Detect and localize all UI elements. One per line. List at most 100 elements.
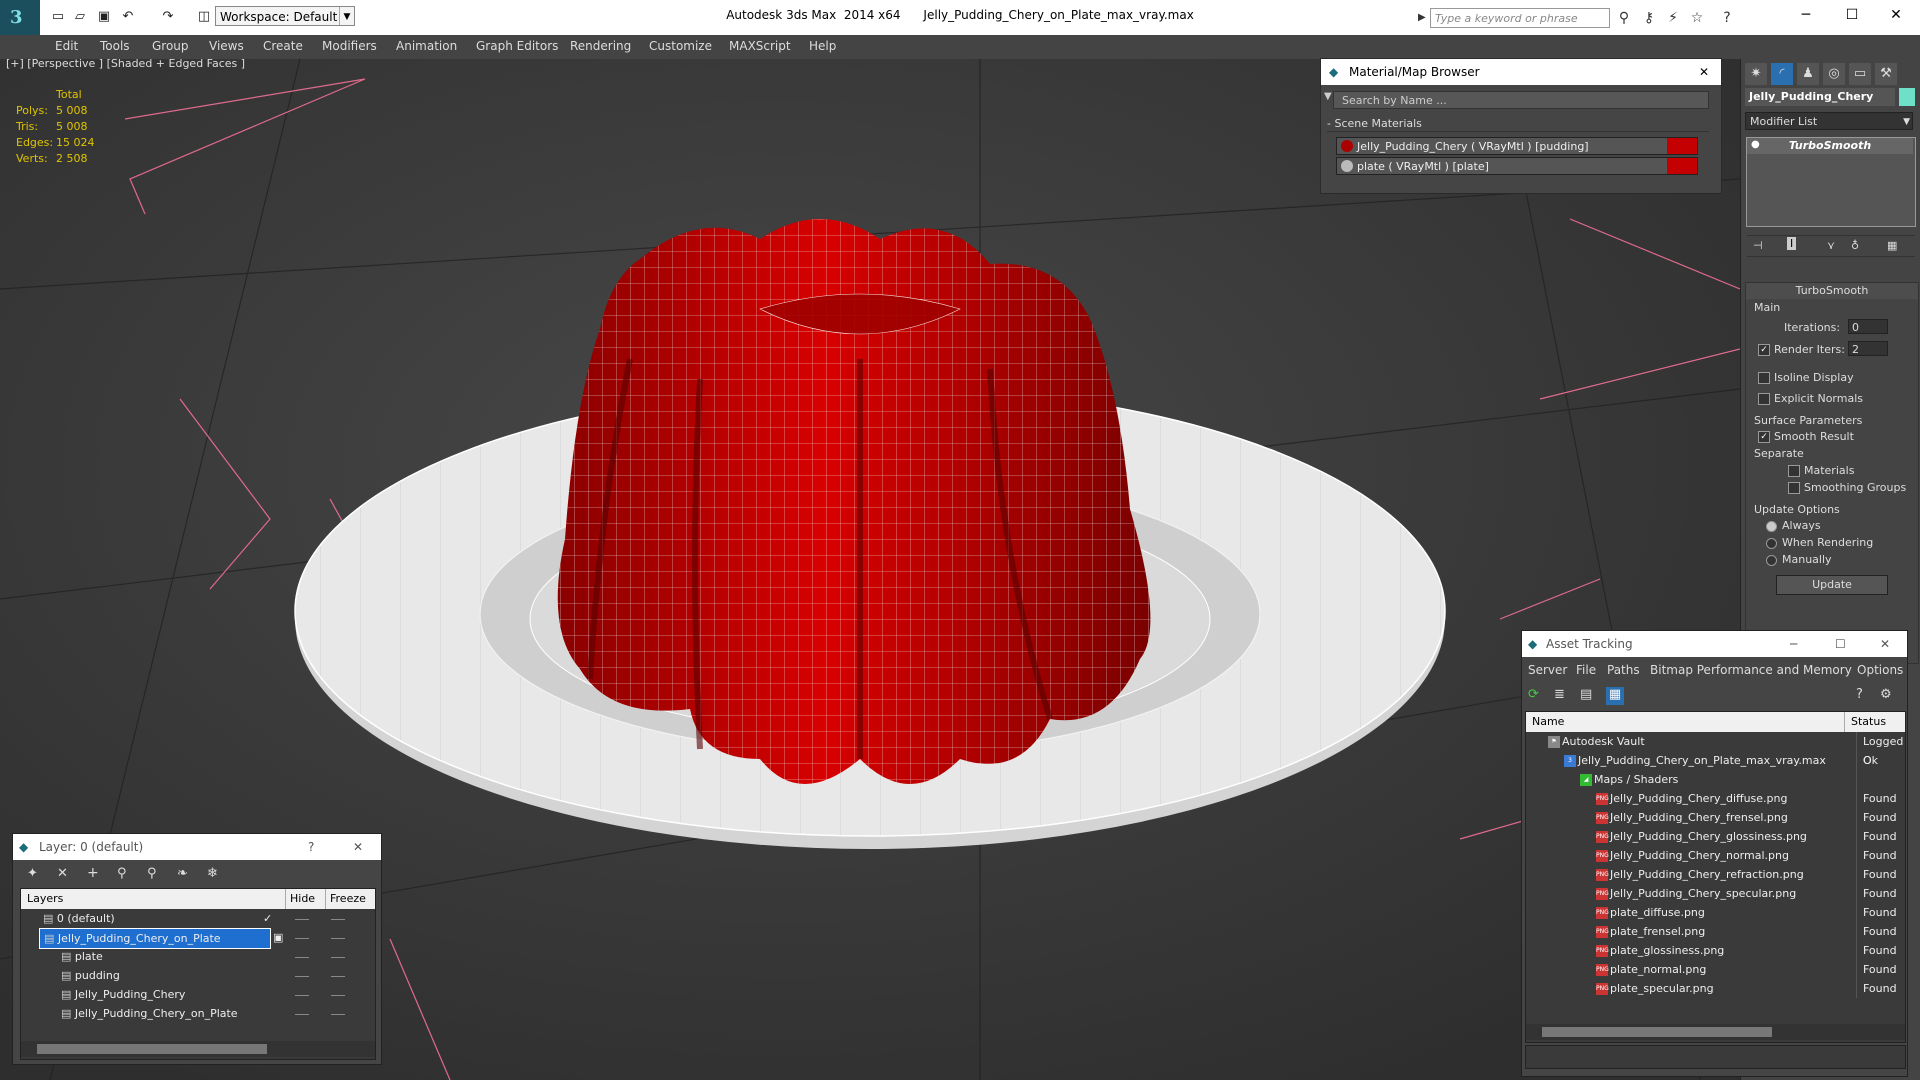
layer-row[interactable]: ▤ 0 (default) ✓	[21, 909, 375, 928]
hide-toggle[interactable]	[295, 995, 309, 996]
open-file-icon[interactable]: ▱	[72, 9, 88, 25]
modifier-list-dropdown[interactable]: Modifier List ▼	[1745, 112, 1913, 130]
show-end-result-icon[interactable]: I	[1787, 237, 1797, 250]
menu-tools[interactable]: Tools	[100, 39, 130, 53]
material-item-plate[interactable]: plate ( VRayMtl ) [plate]	[1336, 157, 1698, 175]
make-unique-icon[interactable]: ⋎	[1827, 239, 1835, 252]
maximize-button[interactable]: ☐	[1829, 0, 1875, 30]
material-item-pudding[interactable]: Jelly_Pudding_Chery ( VRayMtl ) [pudding…	[1336, 137, 1698, 155]
help-icon[interactable]: ?	[1856, 687, 1863, 702]
when-rendering-radio[interactable]	[1766, 538, 1777, 549]
menu-rendering[interactable]: Rendering	[570, 39, 631, 53]
freeze-toggle[interactable]	[331, 919, 345, 920]
menu-maxscript[interactable]: MAXScript	[729, 39, 791, 53]
asset-row[interactable]: PNGplate_frensel.png Found	[1526, 922, 1905, 941]
bulb-icon[interactable]: ●	[1751, 139, 1760, 150]
asset-row[interactable]: 3 Jelly_Pudding_Chery_on_Plate_max_vray.m…	[1526, 751, 1905, 770]
freeze-all-icon[interactable]: ❄	[207, 866, 218, 881]
binoculars-icon[interactable]: ⚲	[1615, 9, 1633, 27]
always-radio[interactable]	[1766, 521, 1777, 532]
save-file-icon[interactable]: ▣	[96, 9, 112, 25]
undo-icon[interactable]: ↶	[120, 9, 136, 25]
asset-row[interactable]: PNGJelly_Pudding_Chery_specular.png Found	[1526, 884, 1905, 903]
asset-path-field[interactable]	[1525, 1045, 1906, 1069]
object-color-swatch[interactable]	[1899, 88, 1915, 106]
hide-toggle[interactable]	[295, 919, 309, 920]
motion-tab-icon[interactable]: ◎	[1823, 63, 1845, 85]
layer-row[interactable]: ▤ pudding	[21, 966, 375, 985]
redo-icon[interactable]: ↷	[160, 9, 176, 25]
explicit-normals-checkbox[interactable]	[1758, 393, 1770, 405]
close-icon[interactable]: ✕	[353, 834, 363, 860]
material-browser-header[interactable]: ◆ Material/Map Browser ✕	[1321, 59, 1721, 85]
asset-row[interactable]: PNGplate_diffuse.png Found	[1526, 903, 1905, 922]
asset-row[interactable]: PNGJelly_Pudding_Chery_diffuse.png Found	[1526, 789, 1905, 808]
asset-row[interactable]: PNGJelly_Pudding_Chery_glossiness.png Fou…	[1526, 827, 1905, 846]
new-layer-icon[interactable]: ✦	[27, 866, 38, 881]
menu-create[interactable]: Create	[263, 39, 303, 53]
asset-row[interactable]: ⚑ Autodesk Vault Logged O	[1526, 732, 1905, 767]
current-layer-check-icon[interactable]: ✓	[263, 909, 272, 928]
menu-paths[interactable]: Paths	[1607, 663, 1640, 677]
table-view-icon[interactable]: ▦	[1606, 687, 1624, 705]
materials-checkbox[interactable]	[1788, 465, 1800, 477]
close-icon[interactable]: ✕	[1699, 59, 1709, 85]
hide-toggle[interactable]	[295, 976, 309, 977]
scrollbar-thumb[interactable]	[37, 1044, 267, 1054]
isoline-checkbox[interactable]	[1758, 372, 1770, 384]
delete-layer-icon[interactable]: ✕	[57, 866, 68, 881]
freeze-toggle[interactable]	[331, 995, 345, 996]
col-freeze[interactable]: Freeze	[325, 889, 366, 909]
settings-icon[interactable]: ⚙	[1880, 687, 1892, 702]
rollout-title[interactable]: TurboSmooth	[1746, 283, 1918, 299]
create-tab-icon[interactable]: ✷	[1745, 63, 1767, 85]
search-options-icon[interactable]: ▼	[1324, 91, 1332, 102]
workspace-dropdown[interactable]: Workspace: Default ▼	[215, 6, 355, 26]
menu-customize[interactable]: Customize	[649, 39, 712, 53]
asset-row[interactable]: ◢ Maps / Shaders	[1526, 770, 1905, 789]
scrollbar-thumb[interactable]	[1542, 1027, 1772, 1037]
manually-radio[interactable]	[1766, 555, 1777, 566]
select-in-layer-icon[interactable]: ⚲	[117, 866, 127, 881]
freeze-toggle[interactable]	[331, 976, 345, 977]
col-status[interactable]: Status	[1844, 712, 1886, 732]
smooth-result-checkbox[interactable]: ✓	[1758, 431, 1770, 443]
highlight-layer-icon[interactable]: ⚲	[147, 866, 157, 881]
menu-file[interactable]: File	[1576, 663, 1596, 677]
hide-all-icon[interactable]: ❧	[177, 866, 188, 881]
menu-server[interactable]: Server	[1528, 663, 1567, 677]
asset-tracking-header[interactable]: ◆ Asset Tracking ─ ☐ ✕	[1522, 631, 1907, 657]
menu-group[interactable]: Group	[152, 39, 189, 53]
hide-toggle[interactable]	[295, 1014, 309, 1015]
configure-sets-icon[interactable]: ▦	[1887, 239, 1897, 252]
menu-options[interactable]: Options	[1857, 663, 1903, 677]
layer-row[interactable]: ▤ plate	[21, 947, 375, 966]
minimize-button[interactable]: ─	[1790, 631, 1797, 657]
pin-stack-icon[interactable]: ⊣	[1753, 239, 1763, 252]
menu-modifiers[interactable]: Modifiers	[322, 39, 377, 53]
scene-materials-section[interactable]: - Scene Materials	[1327, 117, 1709, 132]
remove-modifier-icon[interactable]: ♁	[1851, 239, 1859, 252]
maximize-button[interactable]: ☐	[1835, 631, 1846, 657]
close-button[interactable]: ✕	[1873, 0, 1919, 30]
asset-row[interactable]: PNGJelly_Pudding_Chery_refraction.png Fou…	[1526, 865, 1905, 884]
layer-row[interactable]: ▤ Jelly_Pudding_Chery_on_Plate	[21, 1004, 375, 1023]
star-icon[interactable]: ☆	[1688, 9, 1706, 27]
col-layers[interactable]: Layers	[27, 889, 63, 909]
minimize-button[interactable]: ─	[1783, 0, 1829, 30]
iterations-spinner[interactable]: 0	[1848, 319, 1888, 334]
smoothing-groups-checkbox[interactable]	[1788, 482, 1800, 494]
freeze-toggle[interactable]	[331, 957, 345, 958]
search-input[interactable]: Type a keyword or phrase	[1430, 8, 1610, 28]
thumbnail-view-icon[interactable]: ▤	[1580, 687, 1596, 703]
asset-row[interactable]: PNGJelly_Pudding_Chery_frensel.png Found	[1526, 808, 1905, 827]
material-search-input[interactable]: Search by Name ...	[1333, 91, 1709, 109]
menu-help[interactable]: Help	[809, 39, 836, 53]
render-iters-spinner[interactable]: 2	[1848, 341, 1888, 356]
project-folder-icon[interactable]: ◫	[196, 9, 212, 25]
expand-arrow-icon[interactable]: ▶	[1418, 8, 1430, 28]
layer-row[interactable]: ▤ Jelly_Pudding_Chery_on_Plate ▣	[21, 928, 375, 949]
asset-row[interactable]: PNGplate_glossiness.png Found	[1526, 941, 1905, 960]
display-tab-icon[interactable]: ▭	[1849, 63, 1871, 85]
exchange-icon[interactable]: ⚡	[1664, 9, 1682, 27]
